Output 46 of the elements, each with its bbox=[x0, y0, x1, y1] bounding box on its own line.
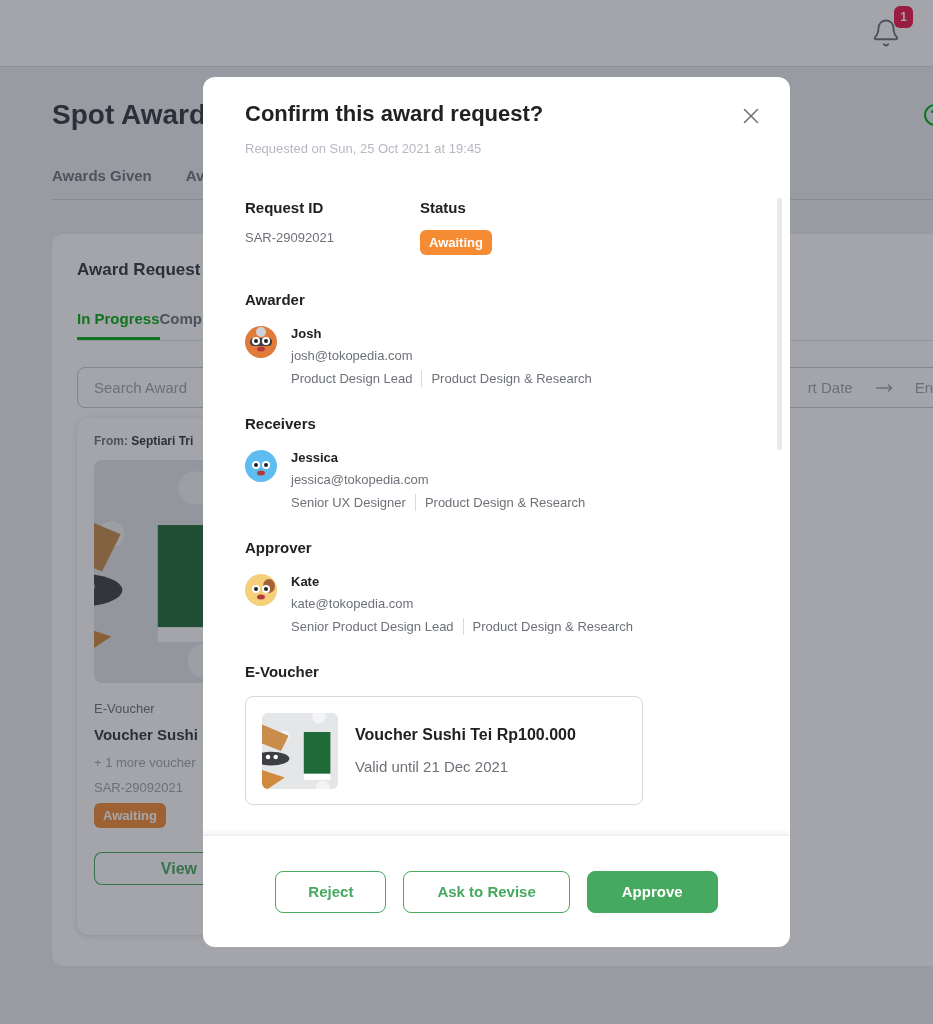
request-id: SAR-29092021 bbox=[94, 780, 184, 795]
person-role: Senior Product Design Lead bbox=[291, 619, 454, 634]
avatar-icon bbox=[245, 574, 277, 606]
action-button[interactable]: Reject bbox=[275, 870, 387, 913]
notification-bell-icon[interactable] bbox=[871, 18, 901, 48]
person-name: Kate bbox=[291, 574, 321, 589]
approve-button[interactable]: Approve bbox=[586, 870, 718, 913]
dialog-title: Confirm this award request? bbox=[245, 101, 544, 127]
request-id-value: SAR-29092021 bbox=[245, 230, 334, 245]
voucher-name: Voucher Sushi Tei Rp100.000 bbox=[355, 726, 576, 744]
voucher-name: Voucher Sushi bbox=[94, 726, 199, 743]
field-label: Status bbox=[420, 199, 466, 216]
person-department: Product Design & Research bbox=[472, 619, 634, 634]
person-role: Product Design Lead bbox=[291, 371, 413, 386]
panel-title: Award Request bbox=[77, 260, 202, 280]
status-tab[interactable]: In Progress bbox=[77, 310, 160, 340]
avatar-icon bbox=[245, 450, 277, 482]
status-tab[interactable]: Comp bbox=[159, 310, 203, 340]
section-title: Awarder bbox=[245, 291, 306, 308]
page-tab[interactable]: Av bbox=[185, 167, 205, 199]
status-badge: Awaiting bbox=[94, 803, 166, 828]
view-button[interactable]: View bbox=[94, 852, 203, 885]
field-label: Request ID bbox=[245, 199, 324, 216]
request-date: Requested on Sun, 25 Oct 2021 at 19:45 bbox=[245, 141, 483, 156]
person-email: jessica@tokopedia.com bbox=[291, 472, 430, 487]
avatar-icon bbox=[245, 326, 277, 358]
page-tab[interactable]: Awards Given bbox=[52, 167, 152, 199]
person-email: josh@tokopedia.com bbox=[291, 348, 414, 363]
status-badge: Awaiting bbox=[420, 230, 492, 255]
notification-count: 1 bbox=[894, 6, 913, 28]
section-title: Approver bbox=[245, 539, 313, 556]
person-department: Product Design & Research bbox=[424, 495, 586, 510]
scrollbar[interactable] bbox=[777, 198, 782, 450]
person-email: kate@tokopedia.com bbox=[291, 596, 415, 611]
section-title: Receivers bbox=[245, 415, 317, 432]
section-title: E-Voucher bbox=[245, 663, 320, 680]
award-type: E-Voucher bbox=[94, 701, 156, 716]
person-name: Josh bbox=[291, 326, 323, 341]
person-role: Senior UX Designer bbox=[291, 495, 406, 510]
more-vouchers-text: + 1 more voucher bbox=[94, 755, 197, 770]
sender-text: From: Septiari Tri bbox=[94, 434, 195, 448]
voucher-validity: Valid until 21 Dec 2021 bbox=[355, 758, 510, 775]
page-title: Spot Award bbox=[52, 99, 206, 131]
action-button[interactable]: Ask to Revise bbox=[403, 870, 570, 913]
person-department: Product Design & Research bbox=[431, 371, 592, 386]
person-name: Jessica bbox=[291, 450, 339, 465]
